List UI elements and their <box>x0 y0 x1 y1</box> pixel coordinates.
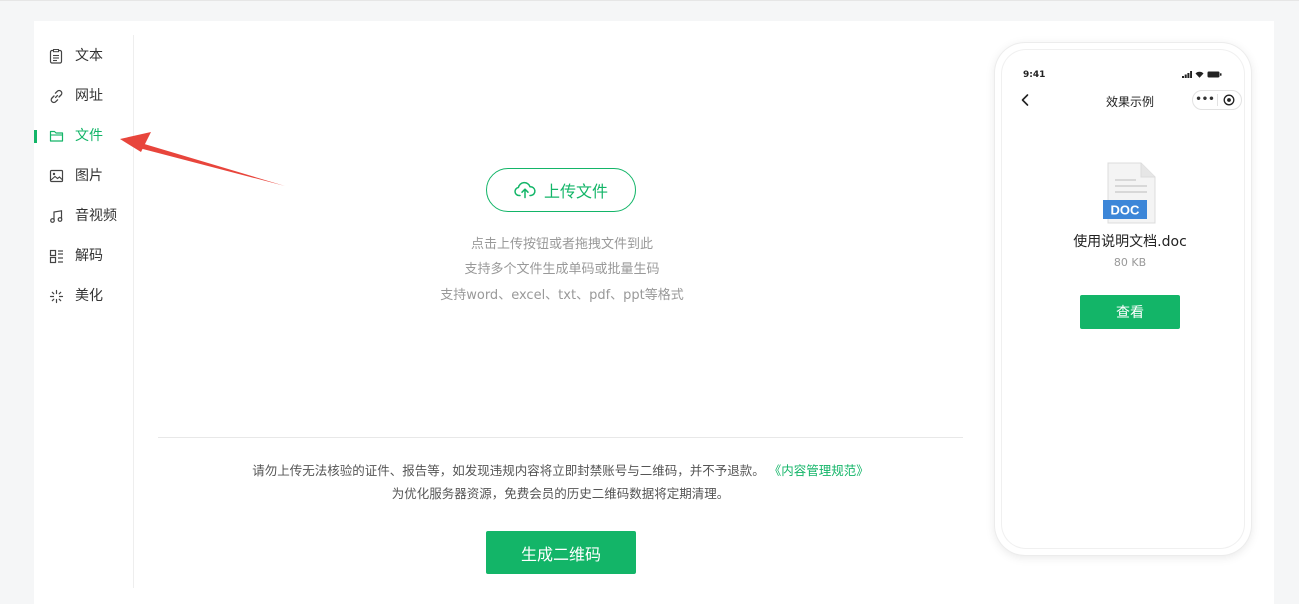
upload-hint-2: 支持多个文件生成单码或批量生码 <box>464 262 660 277</box>
sidebar-item-text[interactable]: 文本 <box>34 44 133 68</box>
sidebar-item-media[interactable]: 音视频 <box>34 204 133 228</box>
upload-notice: 请勿上传无法核验的证件、报告等，如发现违规内容将立即封禁账号与二维码，并不予退款… <box>158 461 963 481</box>
phone-screen: 9:41 效果示例 ••• DOC 使用说明文档.doc 80 KB 查看 <box>1002 50 1244 548</box>
active-indicator <box>34 130 37 143</box>
sidebar-item-label: 文件 <box>75 128 103 144</box>
folder-icon <box>48 128 64 144</box>
doc-badge-label: DOC <box>1111 203 1141 218</box>
music-note-icon <box>48 208 64 224</box>
top-border <box>0 0 1299 1</box>
sparkle-icon <box>48 288 64 304</box>
upload-button-label: 上传文件 <box>543 184 608 201</box>
sidebar-item-label: 音视频 <box>75 208 117 224</box>
preview-file-size: 80 KB <box>1113 256 1147 269</box>
view-file-button[interactable]: 查看 <box>1080 295 1180 329</box>
image-icon <box>48 168 64 184</box>
preview-title: 效果示例 <box>1105 95 1154 109</box>
signal-icon <box>1182 71 1192 78</box>
text-doc-icon <box>48 48 64 64</box>
sidebar-item-decode[interactable]: 解码 <box>34 244 133 268</box>
sidebar-item-label: 解码 <box>75 248 103 264</box>
wifi-icon <box>1195 71 1204 78</box>
battery-icon <box>1207 71 1222 78</box>
sidebar-item-label: 美化 <box>75 288 103 304</box>
notice-text: 请勿上传无法核验的证件、报告等，如发现违规内容将立即封禁账号与二维码，并不予退款… <box>252 463 765 478</box>
mini-program-capsule: ••• <box>1192 90 1242 110</box>
status-time: 9:41 <box>1023 70 1046 80</box>
close-target-icon[interactable] <box>1218 94 1241 106</box>
sidebar-item-label: 图片 <box>75 168 103 184</box>
sidebar-item-label: 网址 <box>75 88 103 104</box>
link-icon <box>48 88 64 104</box>
more-menu-icon[interactable]: ••• <box>1193 95 1217 105</box>
upload-hint-1: 点击上传按钮或者拖拽文件到此 <box>470 237 653 252</box>
main-panel: 文本 网址 文件 图片 音视频 解码 美化 上传文件 点击上传按钮或者拖拽文件到… <box>34 21 1274 604</box>
sidebar-item-url[interactable]: 网址 <box>34 84 133 108</box>
data-retention-notice: 为优化服务器资源，免费会员的历史二维码数据将定期清理。 <box>391 486 730 501</box>
cloud-upload-icon <box>514 181 536 199</box>
generate-qr-button[interactable]: 生成二维码 <box>486 531 636 574</box>
sidebar-item-image[interactable]: 图片 <box>34 164 133 188</box>
upload-file-button[interactable]: 上传文件 <box>486 168 636 212</box>
sidebar-item-file[interactable]: 文件 <box>34 124 133 148</box>
doc-file-icon: DOC <box>1103 162 1156 224</box>
sidebar-item-label: 文本 <box>75 48 103 64</box>
back-chevron-icon[interactable] <box>1019 92 1031 108</box>
preview-file-name: 使用说明文档.doc <box>1073 234 1187 250</box>
section-divider <box>158 437 963 438</box>
status-icons <box>1182 71 1222 78</box>
sidebar-item-beautify[interactable]: 美化 <box>34 284 133 308</box>
content-policy-link[interactable]: 《内容管理规范》 <box>769 463 869 478</box>
upload-hint-3: 支持word、excel、txt、pdf、ppt等格式 <box>440 288 684 303</box>
sidebar: 文本 网址 文件 图片 音视频 解码 美化 <box>34 35 134 588</box>
phone-preview: 9:41 效果示例 ••• DOC 使用说明文档.doc 80 KB 查看 <box>995 43 1251 555</box>
qr-decode-icon <box>48 248 64 264</box>
